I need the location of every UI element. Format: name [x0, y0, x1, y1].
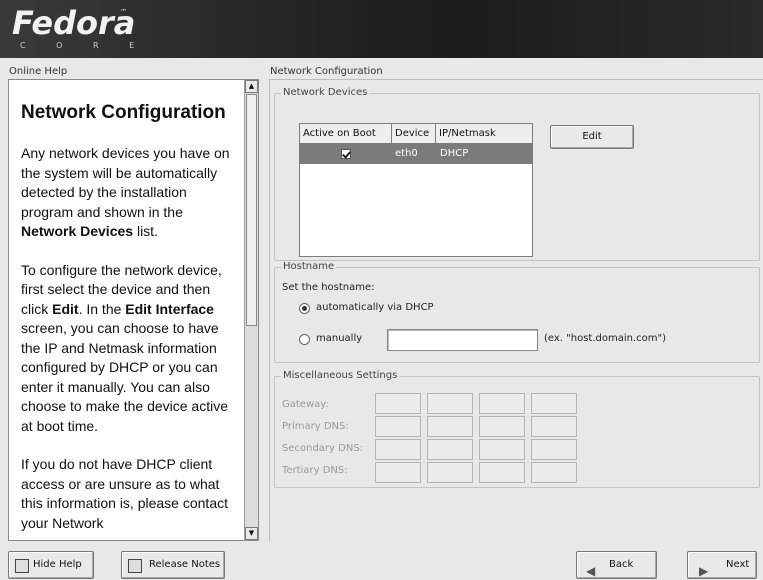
- release-notes-label: Release Notes: [149, 559, 221, 570]
- primary-dns-octet-1: [375, 416, 421, 437]
- help-paragraph-1: Any network devices you have on the syst…: [21, 145, 230, 239]
- gateway-octet-3: [479, 393, 525, 414]
- edit-button[interactable]: Edit: [550, 125, 634, 149]
- table-row[interactable]: eth0 DHCP: [300, 144, 532, 164]
- secondary-dns-octet-4: [531, 439, 577, 460]
- gateway-octet-2: [427, 393, 473, 414]
- network-devices-label: Network Devices: [281, 87, 370, 98]
- network-devices-table[interactable]: Active on Boot Device IP/Netmask eth0 DH…: [299, 123, 533, 257]
- ip-cell: DHCP: [440, 148, 469, 159]
- release-notes-icon: [128, 559, 142, 573]
- auto-dhcp-label[interactable]: automatically via DHCP: [316, 302, 434, 313]
- release-notes-button[interactable]: Release Notes: [121, 551, 225, 579]
- next-label: Next: [726, 559, 750, 570]
- hostname-example: (ex. "host.domain.com"): [544, 333, 667, 344]
- help-paragraph-3: If you do not have DHCP client access or…: [21, 456, 228, 531]
- gateway-label: Gateway:: [282, 399, 329, 410]
- network-config-panel: Network Devices Active on Boot Device IP…: [269, 79, 763, 541]
- edit-button-label: Edit: [582, 131, 602, 142]
- device-cell: eth0: [395, 148, 418, 159]
- online-help-caption: Online Help: [9, 66, 68, 77]
- column-header-active[interactable]: Active on Boot: [300, 124, 392, 143]
- secondary-dns-octet-3: [479, 439, 525, 460]
- primary-dns-octet-4: [531, 416, 577, 437]
- fedora-core-subtitle: C O R E: [20, 41, 149, 50]
- help-content: Network Configuration Any network device…: [11, 82, 245, 538]
- gateway-octet-4: [531, 393, 577, 414]
- hostname-input[interactable]: [387, 329, 538, 351]
- tertiary-dns-label: Tertiary DNS:: [282, 465, 348, 476]
- hide-help-button[interactable]: Hide Help: [8, 551, 94, 579]
- back-button[interactable]: ◀ Back: [576, 551, 657, 579]
- primary-dns-label: Primary DNS:: [282, 421, 349, 432]
- network-config-caption: Network Configuration: [270, 66, 383, 77]
- scroll-down-arrow-icon[interactable]: ▼: [245, 527, 258, 540]
- help-scrollbar[interactable]: ▲ ▼: [244, 80, 258, 540]
- next-arrow-icon: ▶: [699, 564, 709, 578]
- scrollbar-thumb[interactable]: [246, 94, 257, 326]
- hostname-label: Hostname: [281, 261, 337, 272]
- fedora-banner: Fedora ™ C O R E: [0, 0, 763, 58]
- manual-label[interactable]: manually: [316, 333, 362, 344]
- misc-settings-label: Miscellaneous Settings: [281, 370, 400, 381]
- scroll-up-arrow-icon[interactable]: ▲: [245, 80, 258, 93]
- help-icon: [15, 559, 29, 573]
- primary-dns-octet-3: [479, 416, 525, 437]
- fedora-logo: Fedora: [12, 4, 136, 42]
- trademark-mark: ™: [120, 8, 127, 16]
- table-header: Active on Boot Device IP/Netmask: [300, 124, 532, 144]
- column-header-ip[interactable]: IP/Netmask: [436, 124, 532, 143]
- manual-radio[interactable]: [299, 334, 310, 345]
- next-button[interactable]: ▶ Next: [687, 551, 757, 579]
- help-paragraph-2: To configure the network device, first s…: [21, 261, 229, 434]
- back-arrow-icon: ◀: [586, 564, 596, 578]
- tertiary-dns-octet-2: [427, 462, 473, 483]
- hostname-group: Hostname Set the hostname: automatically…: [274, 261, 760, 363]
- tertiary-dns-octet-3: [479, 462, 525, 483]
- auto-dhcp-radio[interactable]: [299, 303, 310, 314]
- online-help-pane: Network Configuration Any network device…: [8, 79, 259, 541]
- secondary-dns-octet-1: [375, 439, 421, 460]
- active-checkbox-icon[interactable]: [341, 149, 351, 159]
- back-label: Back: [609, 559, 634, 570]
- secondary-dns-label: Secondary DNS:: [282, 443, 364, 454]
- hide-help-label: Hide Help: [33, 559, 82, 570]
- column-header-device[interactable]: Device: [392, 124, 436, 143]
- tertiary-dns-octet-4: [531, 462, 577, 483]
- active-on-boot-cell[interactable]: [300, 144, 392, 164]
- tertiary-dns-octet-1: [375, 462, 421, 483]
- misc-settings-group: Miscellaneous Settings Gateway: Primary …: [274, 370, 760, 488]
- set-hostname-prompt: Set the hostname:: [282, 282, 375, 293]
- secondary-dns-octet-2: [427, 439, 473, 460]
- network-devices-group: Network Devices Active on Boot Device IP…: [274, 87, 760, 261]
- help-title: Network Configuration: [21, 102, 226, 123]
- primary-dns-octet-2: [427, 416, 473, 437]
- gateway-octet-1: [375, 393, 421, 414]
